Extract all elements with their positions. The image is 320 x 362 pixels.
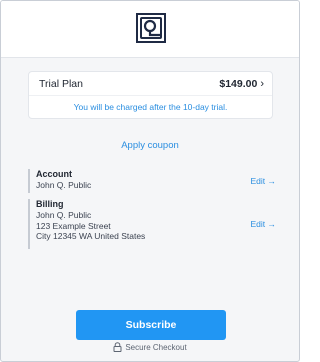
billing-title: Billing (36, 199, 64, 209)
secure-checkout: Secure Checkout (1, 342, 299, 352)
subscribe-button[interactable]: Subscribe (76, 310, 226, 340)
billing-street: 123 Example Street (36, 220, 111, 231)
plan-card: Trial Plan $149.00 › You will be charged… (28, 71, 273, 119)
billing-name: John Q. Public (36, 210, 92, 220)
billing-section: Billing John Q. Public 123 Example Stree… (28, 199, 278, 249)
billing-city: City 12345 WA United States (36, 231, 146, 241)
header (1, 1, 299, 58)
brand-logo-icon (136, 13, 166, 43)
apply-coupon-link[interactable]: Apply coupon (1, 140, 299, 151)
secure-checkout-label: Secure Checkout (125, 342, 187, 352)
plan-selector[interactable]: Trial Plan $149.00 › (29, 72, 272, 96)
edit-account-link[interactable]: Edit → (250, 176, 276, 186)
account-section: Account John Q. Public Edit → (28, 169, 278, 193)
account-name: John Q. Public (36, 180, 92, 190)
plan-price: $149.00 (219, 77, 258, 90)
plan-price-group: $149.00 › (219, 78, 264, 90)
trial-note: You will be charged after the 10-day tri… (73, 102, 228, 112)
edit-billing-link[interactable]: Edit → (250, 219, 276, 229)
chevron-right-icon: › (260, 77, 264, 90)
account-title: Account (36, 169, 72, 179)
plan-name: Trial Plan (39, 77, 83, 90)
checkout-panel: Trial Plan $149.00 › You will be charged… (0, 0, 300, 362)
lock-icon (113, 342, 122, 352)
